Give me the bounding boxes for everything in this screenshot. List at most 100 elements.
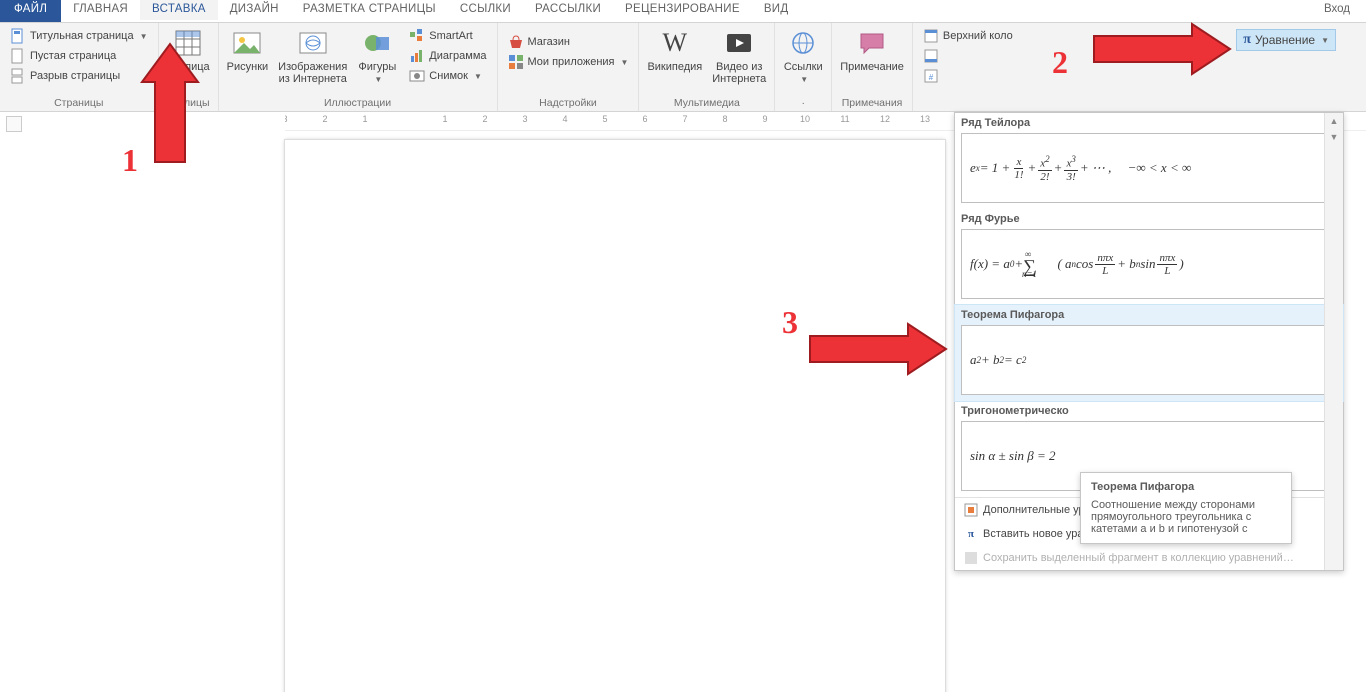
tooltip-body: Соотношение между сторонами прямоугольно… xyxy=(1091,499,1281,535)
header-button[interactable]: Верхний коло xyxy=(921,27,1015,45)
comment-button[interactable]: Примечание xyxy=(836,25,908,75)
ruler-toggle[interactable] xyxy=(6,116,22,132)
equation-item-title: Ряд Фурье xyxy=(961,213,1337,225)
group-addins: Магазин Мои приложения▼ Надстройки xyxy=(498,23,640,111)
store-button[interactable]: Магазин xyxy=(506,33,631,51)
group-illustrations-label: Иллюстрации xyxy=(223,97,493,111)
group-pages-label: Страницы xyxy=(4,97,154,111)
page-break-button[interactable]: Разрыв страницы xyxy=(8,67,150,85)
tab-home[interactable]: ГЛАВНАЯ xyxy=(61,0,140,22)
store-label: Магазин xyxy=(528,36,570,48)
online-pictures-button[interactable]: Изображенияиз Интернета xyxy=(274,25,351,87)
smartart-label: SmartArt xyxy=(429,30,472,42)
title-page-icon xyxy=(10,28,26,44)
blank-page-button[interactable]: Пустая страница xyxy=(8,47,150,65)
equation-gallery-item[interactable]: Ряд Тейлораex = 1 + x1! + x22! + x33! + … xyxy=(955,113,1343,209)
page-break-icon xyxy=(10,68,26,84)
save-to-gallery-label: Сохранить выделенный фрагмент в коллекци… xyxy=(983,552,1294,564)
links-button[interactable]: Ссылки ▼ xyxy=(779,25,827,88)
page-number-icon: # xyxy=(923,68,939,84)
chevron-down-icon: ▼ xyxy=(140,32,148,41)
wikipedia-icon: W xyxy=(659,27,691,59)
header-icon xyxy=(923,28,939,44)
shapes-icon xyxy=(361,27,393,59)
equation-item-title: Ряд Тейлора xyxy=(961,117,1337,129)
tooltip-title: Теорема Пифагора xyxy=(1091,481,1281,493)
tab-design[interactable]: ДИЗАЙН xyxy=(218,0,291,22)
table-icon xyxy=(172,27,204,59)
comment-icon xyxy=(856,27,888,59)
table-label: Таблица xyxy=(167,61,210,73)
svg-text:#: # xyxy=(929,73,934,82)
pictures-icon xyxy=(231,27,263,59)
video-icon xyxy=(723,27,755,59)
equation-item-title: Тригонометрическо xyxy=(961,405,1337,417)
office-icon xyxy=(963,502,979,518)
blank-page-icon xyxy=(10,48,26,64)
chart-label: Диаграмма xyxy=(429,50,486,62)
page-break-label: Разрыв страницы xyxy=(30,70,120,82)
ribbon-insert: Титульная страница▼ Пустая страница Разр… xyxy=(0,23,1366,112)
equation-preview: f(x) = a0 + ∑n=1∞ ( an cos nπxL + bn sin… xyxy=(961,229,1337,299)
equation-button-label: Уравнение xyxy=(1255,33,1315,47)
footer-icon xyxy=(923,48,939,64)
group-media-label: Мультимедиа xyxy=(643,97,770,111)
chevron-down-icon: ▼ xyxy=(474,72,482,81)
comment-label: Примечание xyxy=(840,61,904,73)
wikipedia-label: Википедия xyxy=(647,61,702,73)
screenshot-button[interactable]: Снимок▼ xyxy=(407,67,488,85)
online-pictures-label2: из Интернета xyxy=(279,73,347,85)
tab-page-layout[interactable]: РАЗМЕТКА СТРАНИЦЫ xyxy=(291,0,448,22)
equation-button[interactable]: π Уравнение ▼ xyxy=(1236,29,1336,51)
tooltip: Теорема Пифагора Соотношение между сторо… xyxy=(1080,472,1292,544)
group-illustrations: Рисунки Изображенияиз Интернета Фигуры▼ … xyxy=(219,23,498,111)
chevron-down-icon: ▼ xyxy=(185,75,193,84)
header-label: Верхний коло xyxy=(943,30,1013,42)
tab-references[interactable]: ССЫЛКИ xyxy=(448,0,523,22)
group-addins-label: Надстройки xyxy=(502,97,635,111)
chevron-down-icon: ▼ xyxy=(800,75,808,84)
footer-button[interactable] xyxy=(921,47,1015,65)
tab-insert[interactable]: ВСТАВКА xyxy=(140,0,218,22)
tab-file[interactable]: ФАЙЛ xyxy=(0,0,61,22)
title-page-button[interactable]: Титульная страница▼ xyxy=(8,27,150,45)
equation-item-title: Теорема Пифагора xyxy=(961,309,1337,321)
smartart-button[interactable]: SmartArt xyxy=(407,27,488,45)
group-media: W Википедия Видео изИнтернета Мультимеди… xyxy=(639,23,775,111)
smartart-icon xyxy=(409,28,425,44)
table-button[interactable]: Таблица ▼ xyxy=(163,25,214,88)
document-page[interactable] xyxy=(285,140,945,692)
chevron-down-icon: ▼ xyxy=(374,75,382,84)
ribbon-tabs: ФАЙЛ ГЛАВНАЯ ВСТАВКА ДИЗАЙН РАЗМЕТКА СТР… xyxy=(0,0,1366,23)
wikipedia-button[interactable]: W Википедия xyxy=(643,25,706,75)
video-label1: Видео из xyxy=(716,61,762,73)
group-pages: Титульная страница▼ Пустая страница Разр… xyxy=(0,23,159,111)
my-apps-button[interactable]: Мои приложения▼ xyxy=(506,53,631,71)
pi-icon: π xyxy=(1243,32,1251,48)
tab-review[interactable]: РЕЦЕНЗИРОВАНИЕ xyxy=(613,0,752,22)
shapes-button[interactable]: Фигуры ▼ xyxy=(353,25,401,88)
scroll-up-icon[interactable]: ▲ xyxy=(1325,113,1343,129)
screenshot-icon xyxy=(409,68,425,84)
equation-gallery-item[interactable]: Ряд Фурье f(x) = a0 + ∑n=1∞ ( an cos nπxL… xyxy=(955,209,1343,305)
shapes-label: Фигуры xyxy=(358,61,396,73)
group-comments: Примечание Примечания xyxy=(832,23,913,111)
tab-view[interactable]: ВИД xyxy=(752,0,801,22)
chart-button[interactable]: Диаграмма xyxy=(407,47,488,65)
equation-gallery-item[interactable]: Теорема Пифагораa2 + b2 = c2 xyxy=(955,305,1343,401)
links-label: Ссылки xyxy=(784,61,823,73)
online-video-button[interactable]: Видео изИнтернета xyxy=(708,25,770,87)
scroll-down-icon[interactable]: ▼ xyxy=(1325,129,1343,145)
group-comments-label: Примечания xyxy=(836,97,908,111)
online-pictures-icon xyxy=(297,27,329,59)
tab-mailings[interactable]: РАССЫЛКИ xyxy=(523,0,613,22)
gallery-scrollbar[interactable]: ▲ ▼ xyxy=(1324,113,1343,570)
sign-in-link[interactable]: Вход xyxy=(1312,0,1366,22)
page-number-button[interactable]: # xyxy=(921,67,1015,85)
store-icon xyxy=(508,34,524,50)
pictures-button[interactable]: Рисунки xyxy=(223,25,273,75)
group-links-label: · xyxy=(779,97,827,111)
save-to-gallery-link: Сохранить выделенный фрагмент в коллекци… xyxy=(955,546,1343,570)
group-tables: Таблица▼ Таблицы xyxy=(159,23,219,111)
chart-icon xyxy=(409,48,425,64)
